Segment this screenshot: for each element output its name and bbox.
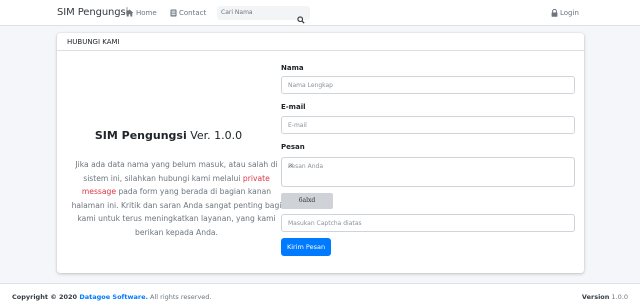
search-input[interactable]: Cari Nama [221,9,253,16]
lock-icon [551,9,558,17]
email-label: E-mail [281,103,306,111]
message-textarea[interactable]: Pesan Anda [281,157,575,187]
nav-home-link[interactable]: Home [125,9,157,17]
name-label: Nama [281,64,304,72]
copyright-text: Copyright © 2020 Datagoe Software. All r… [12,293,212,301]
version-label: Version [581,293,610,301]
captcha-image: 6alxd [281,193,333,209]
contact-form: Nama Nama Lengkap E-mail E-mail Pesan Pe… [281,51,576,273]
page-footer: Copyright © 2020 Datagoe Software. All r… [0,283,640,308]
nav-contact-link[interactable]: Contact [170,9,206,17]
send-message-label: Kirim Pesan [286,243,326,251]
search-icon[interactable] [297,9,305,28]
navbar-brand[interactable]: SIM Pengungsi [57,7,128,18]
version-text: Version 1.0.0 [582,293,628,301]
home-icon [125,9,134,17]
contact-card: HUBUNGI KAMI SIM Pengungsi Ver. 1.0.0 Ji… [57,33,584,273]
captcha-placeholder: Masukan Captcha diatas [288,220,362,227]
message-label: Pesan [281,143,305,151]
version-value: 1.0.0 [609,293,628,301]
company-link[interactable]: Datagoe Software. [79,293,148,301]
address-book-icon [170,9,177,17]
search-box[interactable]: Cari Nama [217,6,310,24]
nav-home-label: Home [136,9,157,17]
nav-contact-label: Contact [179,9,207,17]
top-navbar: SIM Pengungsi Home Contact Cari Nama Log… [0,0,640,26]
card-header: HUBUNGI KAMI [57,33,584,51]
email-placeholder: E-mail [288,122,307,129]
name-field[interactable]: Nama Lengkap [281,76,575,94]
nav-login-link[interactable]: Login [551,9,579,17]
info-description: Jika ada data nama yang belum masuk, ata… [65,158,288,239]
captcha-text: 6alxd [298,197,316,204]
app-heading: SIM Pengungsi Ver. 1.0.0 [57,129,280,142]
info-panel: SIM Pengungsi Ver. 1.0.0 Jika ada data n… [57,51,282,273]
send-message-button[interactable]: Kirim Pesan [281,238,331,256]
rights-text: All rights reserved. [147,293,212,301]
copyright-prefix: Copyright © 2020 [12,293,80,301]
heading-version: Ver. 1.0.0 [186,129,243,142]
captcha-field[interactable]: Masukan Captcha diatas [281,214,575,232]
name-placeholder: Nama Lengkap [288,82,333,89]
resize-handle-icon[interactable] [288,163,572,184]
heading-brand: SIM Pengungsi [94,129,187,142]
email-field[interactable]: E-mail [281,116,575,134]
card-title: HUBUNGI KAMI [67,38,120,46]
nav-login-label: Login [560,9,579,17]
